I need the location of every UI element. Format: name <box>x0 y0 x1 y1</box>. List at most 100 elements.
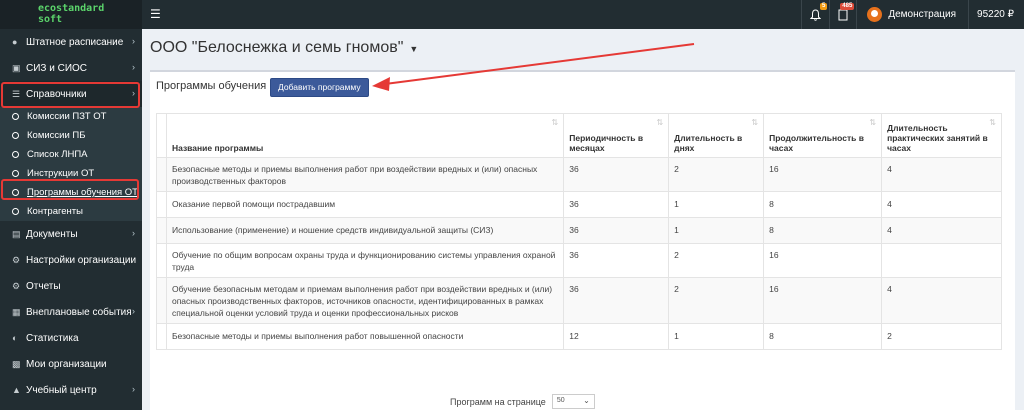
circle-icon <box>12 132 19 139</box>
sort-icon: ⇅ <box>551 118 559 127</box>
calendar-check-icon: ▣ <box>12 62 21 73</box>
user-menu[interactable]: Демонстрация <box>856 0 968 29</box>
cell-name: Безопасные методы и приемы выполнения ра… <box>165 157 565 192</box>
chevron-right-icon: › <box>132 384 135 394</box>
sort-icon: ⇅ <box>751 118 759 127</box>
caret-down-icon: ▼ <box>409 44 419 54</box>
cell-practice: 4 <box>881 277 1002 324</box>
balance-display[interactable]: 95220 ₽ <box>968 0 1024 29</box>
graduation-cap-icon: ▲ <box>12 385 21 395</box>
pie-chart-icon: ◐ <box>12 333 18 343</box>
cell-practice: 4 <box>881 217 1002 244</box>
sort-icon: ⇅ <box>869 118 877 127</box>
sidebar-item-label: Мои организации <box>26 358 107 370</box>
user-name: Демонстрация <box>888 9 957 20</box>
cell-name: Безопасные методы и приемы выполнения ра… <box>165 323 565 350</box>
bell-icon <box>810 8 822 21</box>
sidebar-item-documents[interactable]: ▤ Документы › <box>0 221 142 247</box>
cell-name: Оказание первой помощи пострадавшим <box>165 191 565 218</box>
column-header-period[interactable]: ⇅ Периодичность в месяцах <box>563 113 670 158</box>
sidebar-item-my-orgs[interactable]: ▩ Мои организации <box>0 351 142 377</box>
cell-period: 36 <box>563 243 670 278</box>
logo-line2: soft <box>38 14 63 25</box>
messages-button[interactable]: 485 <box>829 0 856 29</box>
sidebar-subitem-commissions-pzt[interactable]: Комиссии ПЗТ ОТ <box>0 107 142 126</box>
sidebar-item-siz[interactable]: ▣ СИЗ и СИОС › <box>0 55 142 81</box>
sort-icon: ⇅ <box>656 118 664 127</box>
sidebar-subitem-contractors[interactable]: Контрагенты <box>0 202 142 221</box>
sidebar-item-label: Документы <box>26 228 78 240</box>
gear-icon: ⚙ <box>12 254 21 265</box>
balance-value: 95220 ₽ <box>977 9 1014 20</box>
cell-days: 1 <box>668 217 765 244</box>
cell-days: 1 <box>668 323 765 350</box>
table-row[interactable]: Использование (применение) и ношение сре… <box>156 217 1002 244</box>
programs-box: Программы обучения Добавить программу ⇅ Н… <box>150 70 1015 410</box>
building-icon: ▩ <box>12 358 21 369</box>
sidebar-item-label: Статистика <box>26 332 79 344</box>
sidebar-subitem-label: Контрагенты <box>27 206 83 217</box>
table-row[interactable]: Оказание первой помощи пострадавшим 36 1… <box>156 191 1002 218</box>
page-size-select[interactable]: 50 ⌄ <box>551 394 595 409</box>
sidebar-item-label: Отчеты <box>26 280 61 292</box>
cell-period: 36 <box>563 191 670 218</box>
sidebar-item-statistics[interactable]: ◐ Статистика <box>0 325 142 351</box>
table-row[interactable]: Безопасные методы и приемы выполнения ра… <box>156 157 1002 192</box>
sidebar-subitem-lnpa[interactable]: Список ЛНПА <box>0 145 142 164</box>
cell-hours: 8 <box>763 191 883 218</box>
menu-toggle-icon[interactable]: ☰ <box>150 7 161 21</box>
messages-badge: 485 <box>840 3 855 10</box>
calendar-icon: ▦ <box>12 306 21 317</box>
cell-days: 1 <box>668 191 765 218</box>
chevron-right-icon: › <box>132 228 135 238</box>
cell-hours: 16 <box>763 277 883 324</box>
column-header-name[interactable]: ⇅ Название программы <box>165 113 565 158</box>
cell-name: Обучение безопасным методам и приемам вы… <box>165 277 565 324</box>
cell-practice <box>881 243 1002 278</box>
sidebar-subitem-label: Комиссии ПЗТ ОТ <box>27 111 107 122</box>
logo[interactable]: ecostandard soft <box>0 0 142 29</box>
cell-period: 12 <box>563 323 670 350</box>
highlight-frame-references <box>1 82 140 108</box>
sidebar-subitem-label: Список ЛНПА <box>27 149 88 160</box>
chevron-right-icon: › <box>132 36 135 46</box>
circle-icon <box>12 170 19 177</box>
sidebar-item-reports[interactable]: ⚙ Отчеты <box>0 273 142 299</box>
column-header-days[interactable]: ⇅ Длительность в днях <box>668 113 765 158</box>
table-row[interactable]: Безопасные методы и приемы выполнения ра… <box>156 323 1002 350</box>
cell-practice: 2 <box>881 323 1002 350</box>
cell-hours: 16 <box>763 157 883 192</box>
cell-name: Использование (применение) и ношение сре… <box>165 217 565 244</box>
sidebar-subitem-commissions-pb[interactable]: Комиссии ПБ <box>0 126 142 145</box>
sidebar-item-training-center[interactable]: ▲ Учебный центр › <box>0 377 142 403</box>
sidebar-item-label: Штатное расписание <box>26 36 124 48</box>
sidebar-subitem-label: Комиссии ПБ <box>27 130 86 141</box>
cell-period: 36 <box>563 277 670 324</box>
circle-icon <box>12 113 19 120</box>
table-row[interactable]: Обучение по общим вопросам охраны труда … <box>156 243 1002 278</box>
column-header-hours[interactable]: ⇅ Продолжительность в часах <box>763 113 883 158</box>
cell-practice: 4 <box>881 157 1002 192</box>
cell-name: Обучение по общим вопросам охраны труда … <box>165 243 565 278</box>
page-title: ООО "Белоснежка и семь гномов" <box>150 39 404 56</box>
cell-practice: 4 <box>881 191 1002 218</box>
cell-hours: 8 <box>763 217 883 244</box>
column-header-practice[interactable]: ⇅ Длительность практических занятий в час… <box>881 113 1002 158</box>
sidebar-item-unplanned-events[interactable]: ▦ Внеплановые события › <box>0 299 142 325</box>
notifications-button[interactable]: 5 <box>801 0 829 29</box>
organization-selector[interactable]: ООО "Белоснежка и семь гномов" ▼ <box>150 39 418 57</box>
page-size-label: Программ на странице <box>450 396 546 407</box>
avatar <box>867 7 883 22</box>
add-program-button[interactable]: Добавить программу <box>270 78 369 97</box>
table-row[interactable]: Обучение безопасным методам и приемам вы… <box>156 277 1002 324</box>
users-icon: ● <box>12 37 18 47</box>
cell-hours: 8 <box>763 323 883 350</box>
chevron-down-icon: ⌄ <box>583 396 590 405</box>
sort-icon: ⇅ <box>989 118 996 127</box>
page-size-control: Программ на странице 50 ⌄ <box>450 394 595 409</box>
circle-icon <box>12 208 19 215</box>
sidebar-item-staff-schedule[interactable]: ● Штатное расписание › <box>0 29 142 55</box>
notifications-badge: 5 <box>819 3 828 10</box>
cell-days: 2 <box>668 277 765 324</box>
sidebar-item-org-settings[interactable]: ⚙ Настройки организации <box>0 247 142 273</box>
